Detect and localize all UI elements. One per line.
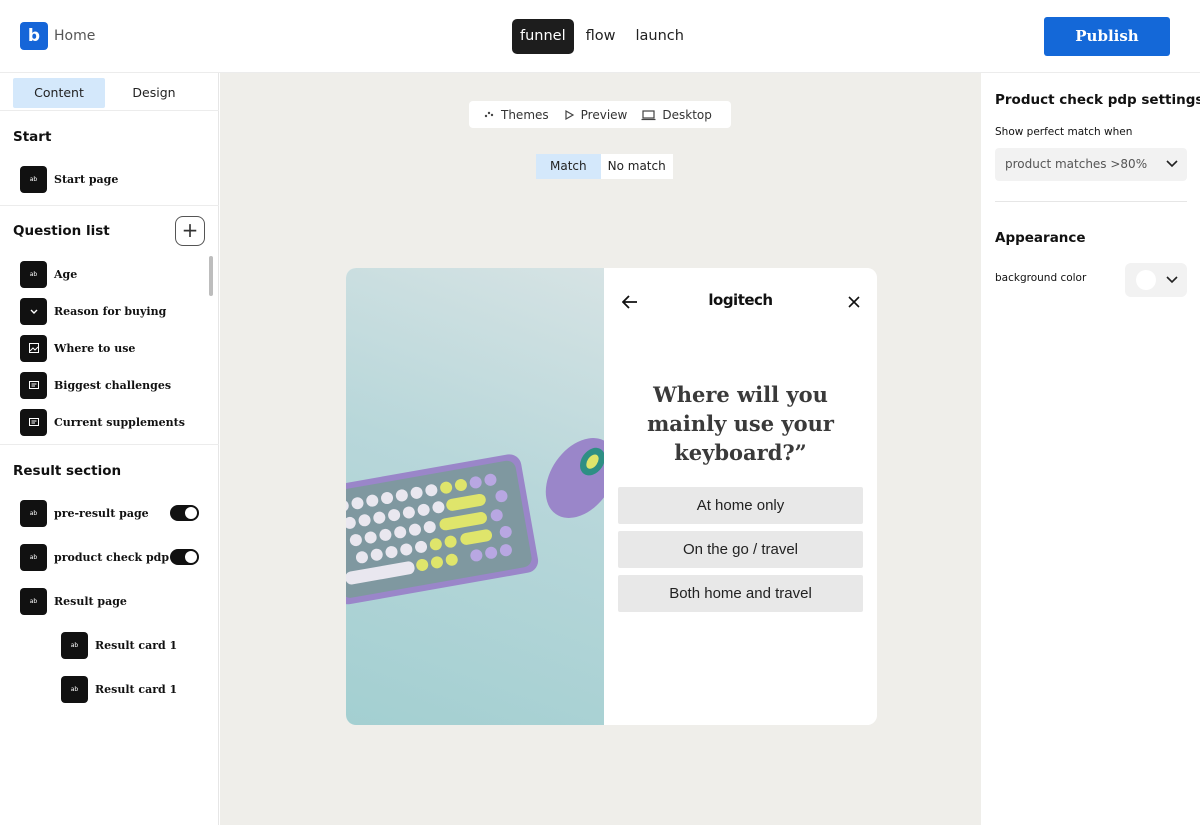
close-icon[interactable] xyxy=(848,296,860,308)
sidebar-item-age[interactable]: ab Age xyxy=(20,260,77,288)
sidebar-item-product-check-pdp[interactable]: ab product check pdp xyxy=(20,543,169,571)
tab-funnel[interactable]: funnel xyxy=(512,19,574,54)
preview-button[interactable]: Preview xyxy=(563,107,628,122)
tab-launch[interactable]: launch xyxy=(628,19,692,54)
color-swatch xyxy=(1136,270,1156,290)
match-condition-select[interactable]: product matches >80% xyxy=(995,148,1187,181)
laptop-icon xyxy=(641,109,656,120)
themes-button[interactable]: Themes xyxy=(483,108,549,122)
match-option[interactable]: Match xyxy=(536,154,601,179)
tab-content[interactable]: Content xyxy=(13,78,105,108)
chevron-down-icon xyxy=(1166,276,1178,284)
mode-tabs: funnel flow launch xyxy=(512,19,696,54)
sidebar-item-where-to-use[interactable]: Where to use xyxy=(20,334,135,362)
match-condition-value: product matches >80% xyxy=(1005,157,1148,171)
answer-option[interactable]: Both home and travel xyxy=(618,575,863,612)
themes-label: Themes xyxy=(501,107,549,122)
tab-flow[interactable]: flow xyxy=(578,19,624,54)
answer-option[interactable]: At home only xyxy=(618,487,863,524)
app-logo[interactable]: b xyxy=(20,22,48,50)
desktop-label: Desktop xyxy=(662,107,712,122)
quiz-preview: logitech Where will you mainly use your … xyxy=(346,268,877,725)
pre-result-page-toggle[interactable] xyxy=(170,505,199,521)
sidebar-tabs: Content Design xyxy=(13,78,203,108)
sidebar-item-label: Result card 1 xyxy=(95,638,178,652)
sidebar-item-biggest-challenges[interactable]: Biggest challenges xyxy=(20,371,171,399)
preview-label: Preview xyxy=(580,107,628,122)
appearance-title: Appearance xyxy=(995,230,1086,246)
add-question-button[interactable]: + xyxy=(175,216,205,246)
answer-option[interactable]: On the go / travel xyxy=(618,531,863,568)
publish-button[interactable]: Publish xyxy=(1044,17,1170,56)
editor-canvas: Themes Preview Desktop Match No match lo… xyxy=(220,73,981,825)
divider xyxy=(0,205,219,206)
background-color-picker[interactable] xyxy=(1125,263,1187,297)
message-icon xyxy=(20,371,47,399)
sidebar-item-current-supplements[interactable]: Current supplements xyxy=(20,408,185,436)
play-icon xyxy=(565,109,574,120)
sidebar-item-label: Age xyxy=(54,267,78,281)
settings-title: Product check pdp settings xyxy=(995,92,1200,108)
background-color-label: background color xyxy=(995,272,1087,284)
chevron-down-icon xyxy=(1166,160,1178,168)
top-bar: b Home funnel flow launch Publish xyxy=(0,0,1200,73)
ab-text-icon: ab xyxy=(20,587,47,615)
ab-text-icon: ab xyxy=(61,631,88,659)
match-toggle: Match No match xyxy=(536,154,673,179)
section-title-question-list: Question list xyxy=(13,223,110,239)
sidebar-item-label: Result page xyxy=(54,594,127,608)
divider xyxy=(0,444,219,445)
section-title-result-section: Result section xyxy=(13,463,122,479)
keyboard-image xyxy=(346,268,604,725)
sidebar-item-result-card[interactable]: ab Result card 1 xyxy=(61,675,177,703)
image-icon xyxy=(20,334,47,362)
sidebar-item-start-page[interactable]: ab Start page xyxy=(20,165,118,193)
quiz-header: logitech xyxy=(604,290,877,314)
sidebar-item-label: pre-result page xyxy=(54,506,149,520)
brand-logo: logitech xyxy=(708,291,773,309)
sidebar-item-result-page[interactable]: ab Result page xyxy=(20,587,127,615)
sidebar-item-label: Current supplements xyxy=(54,415,185,429)
chevron-down-icon xyxy=(20,297,47,325)
sidebar-item-label: Biggest challenges xyxy=(54,378,172,392)
ab-text-icon: ab xyxy=(20,165,47,193)
sidebar-item-label: product check pdp xyxy=(54,550,170,564)
sparkle-icon xyxy=(484,111,494,117)
ab-text-icon: ab xyxy=(20,499,47,527)
ab-text-icon: ab xyxy=(20,260,47,288)
sidebar-item-label: Reason for buying xyxy=(54,304,167,318)
sidebar-item-label: Result card 1 xyxy=(95,682,178,696)
sidebar-item-result-card[interactable]: ab Result card 1 xyxy=(61,631,177,659)
product-check-pdp-toggle[interactable] xyxy=(170,549,199,565)
divider xyxy=(995,201,1187,202)
divider xyxy=(0,110,219,111)
no-match-option[interactable]: No match xyxy=(600,154,673,179)
ab-text-icon: ab xyxy=(20,543,47,571)
section-title-start: Start xyxy=(13,129,52,145)
sidebar-item-label: Where to use xyxy=(54,341,136,355)
quiz-panel: logitech Where will you mainly use your … xyxy=(604,268,877,725)
home-link[interactable]: Home xyxy=(54,28,95,44)
question-list-scrollbar[interactable] xyxy=(209,256,213,296)
match-condition-label: Show perfect match when xyxy=(995,126,1133,138)
preview-toolbar: Themes Preview Desktop xyxy=(469,101,731,128)
plus-icon: + xyxy=(181,218,199,242)
desktop-button[interactable]: Desktop xyxy=(641,108,712,122)
question-title: Where will you mainly use your keyboard?… xyxy=(647,382,834,465)
sidebar-item-reason-for-buying[interactable]: Reason for buying xyxy=(20,297,166,325)
ab-text-icon: ab xyxy=(61,675,88,703)
sidebar-item-label: Start page xyxy=(54,172,119,186)
left-sidebar: Content Design Start ab Start page Quest… xyxy=(0,73,219,825)
sidebar-item-pre-result-page[interactable]: ab pre-result page xyxy=(20,499,149,527)
message-icon xyxy=(20,408,47,436)
settings-panel: Product check pdp settings Show perfect … xyxy=(982,73,1200,825)
tab-design[interactable]: Design xyxy=(108,78,200,108)
